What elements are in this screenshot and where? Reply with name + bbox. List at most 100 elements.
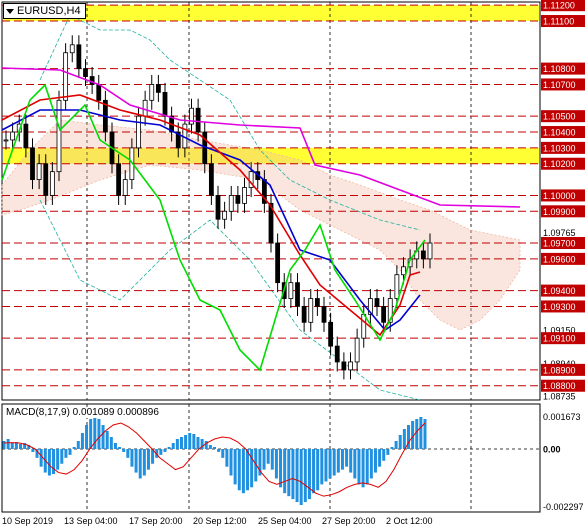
macd-bar xyxy=(221,449,225,458)
macd-bar xyxy=(328,449,332,479)
macd-bar xyxy=(138,449,142,479)
macd-bar xyxy=(246,449,250,491)
macd-bar xyxy=(270,449,274,470)
candle-body xyxy=(116,163,122,196)
candle-body xyxy=(341,361,347,371)
macd-bar xyxy=(320,449,324,485)
price-label: 1.09600 xyxy=(543,254,576,264)
x-axis-label: 10 Sep 2019 xyxy=(2,516,53,526)
candle-body xyxy=(228,195,234,212)
macd-bar xyxy=(262,449,266,470)
candle-body xyxy=(10,131,16,141)
candle-body xyxy=(155,84,161,93)
macd-bar xyxy=(126,449,130,458)
price-label: 1.09900 xyxy=(543,207,576,217)
macd-bar xyxy=(72,447,76,449)
macd-bar xyxy=(415,419,419,449)
macd-bar xyxy=(64,449,68,458)
candle-body xyxy=(288,282,294,299)
candle-body xyxy=(308,298,314,323)
candle-body xyxy=(136,115,141,149)
candle-body xyxy=(354,337,360,363)
macd-bar xyxy=(340,449,344,470)
macd-bar xyxy=(266,449,270,464)
macd-bar xyxy=(394,441,398,449)
macd-bar xyxy=(390,447,394,449)
macd-bar xyxy=(184,435,188,449)
macd-bar xyxy=(179,437,183,449)
macd-bar xyxy=(279,449,283,488)
price-label: 1.09400 xyxy=(543,286,576,296)
macd-bar xyxy=(146,449,150,470)
macd-bar xyxy=(307,449,311,500)
macd-bar xyxy=(122,449,126,452)
candle-body xyxy=(235,195,241,204)
macd-bar xyxy=(60,449,64,464)
candle-body xyxy=(328,321,334,347)
price-label: 1.09700 xyxy=(543,239,576,249)
macd-bar xyxy=(208,445,212,449)
macd-bar xyxy=(105,431,109,449)
macd-bar xyxy=(283,449,287,494)
macd-bar xyxy=(101,425,105,449)
macd-bar xyxy=(192,434,196,449)
macd-bar xyxy=(167,447,171,449)
price-label: 1.10000 xyxy=(543,191,576,201)
macd-label: MACD(8,17,9) 0.001089 0.000896 xyxy=(6,407,159,418)
macd-bar xyxy=(378,449,382,467)
macd-bar xyxy=(52,449,56,475)
price-chart[interactable]: 1.11200 1.11100 1.10800 1.10700 1.10500 1.104… xyxy=(0,0,586,532)
price-label: 1.10700 xyxy=(543,80,576,90)
candle-body xyxy=(149,84,155,101)
price-label: 1.10800 xyxy=(543,64,576,74)
candle-body xyxy=(381,306,387,323)
macd-bar xyxy=(130,449,134,467)
candle-body xyxy=(195,107,201,133)
chart-title[interactable]: EURUSD,H4 xyxy=(3,3,86,19)
macd-bar xyxy=(225,449,229,467)
macd-bar xyxy=(39,449,43,467)
candle-body xyxy=(321,306,327,323)
candle-body xyxy=(63,52,69,101)
macd-bar xyxy=(345,449,349,467)
macd-bar xyxy=(213,447,216,449)
macd-bar xyxy=(233,449,237,485)
candle-body xyxy=(222,210,228,220)
candle-body xyxy=(69,44,75,54)
price-label: 1.08800 xyxy=(543,381,576,391)
candle-body xyxy=(242,187,247,204)
macd-bar xyxy=(142,449,146,476)
candle-body xyxy=(76,44,82,69)
price-label: 1.10200 xyxy=(543,159,576,169)
macd-bar xyxy=(419,417,423,449)
macd-bar xyxy=(76,441,80,449)
macd-bar xyxy=(171,443,175,449)
candle-body xyxy=(215,195,221,220)
macd-y-label: 0.001673 xyxy=(543,412,581,422)
macd-bar xyxy=(241,449,245,494)
candle-body xyxy=(23,123,29,149)
price-label: 1.10500 xyxy=(543,112,576,122)
x-axis-label: 17 Sep 20:00 xyxy=(129,516,183,526)
candle-body xyxy=(36,163,42,180)
price-label: 1.08735 xyxy=(543,392,576,402)
price-label: 1.10300 xyxy=(543,143,576,153)
price-label: 1.09300 xyxy=(543,302,576,312)
macd-bar xyxy=(402,429,406,449)
candle-body xyxy=(162,91,168,117)
macd-bar xyxy=(113,443,117,449)
price-label: 1.09765 xyxy=(543,228,576,238)
macd-bar xyxy=(357,449,361,485)
candle-body xyxy=(361,313,367,339)
candle-body xyxy=(208,163,214,196)
macd-bar xyxy=(303,449,307,503)
macd-bar xyxy=(68,449,72,455)
macd-bar xyxy=(80,433,84,449)
macd-bar xyxy=(369,449,373,479)
macd-bar xyxy=(19,444,23,449)
macd-bar xyxy=(295,449,299,503)
macd-bar xyxy=(188,433,192,449)
candle-body xyxy=(348,361,353,371)
macd-bar xyxy=(2,441,6,449)
macd-bar xyxy=(175,439,179,449)
